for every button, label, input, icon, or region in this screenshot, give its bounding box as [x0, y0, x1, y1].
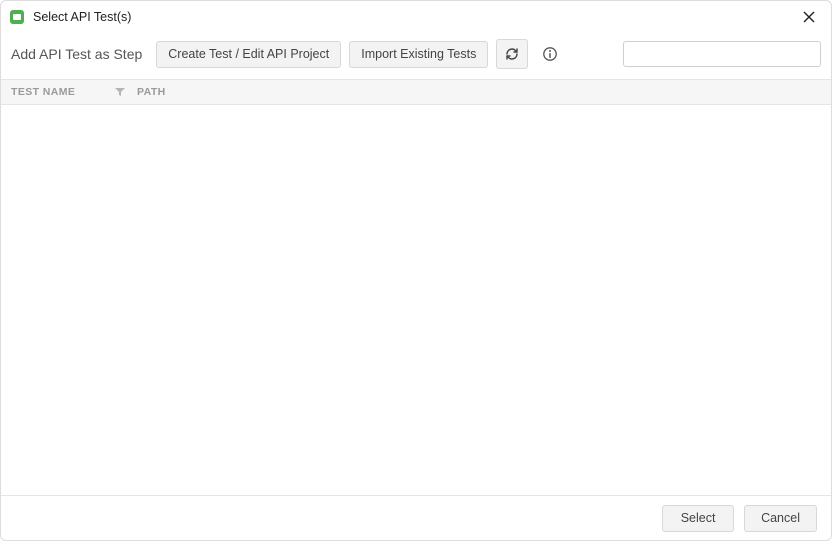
select-button[interactable]: Select — [662, 505, 734, 532]
info-button[interactable] — [536, 40, 564, 68]
column-label-test-name: TEST NAME — [11, 86, 75, 98]
dialog-footer: Select Cancel — [1, 495, 831, 540]
close-icon — [803, 11, 815, 23]
column-header-test-name[interactable]: TEST NAME — [11, 86, 111, 98]
column-label-path: PATH — [137, 86, 166, 98]
filter-icon[interactable] — [115, 87, 125, 97]
titlebar: Select API Test(s) — [1, 1, 831, 33]
refresh-icon — [504, 46, 520, 62]
toolbar: Add API Test as Step Create Test / Edit … — [1, 33, 831, 80]
table-body-empty — [1, 105, 831, 495]
import-tests-button[interactable]: Import Existing Tests — [349, 41, 488, 68]
dialog-window: Select API Test(s) Add API Test as Step … — [0, 0, 832, 541]
info-icon — [542, 46, 558, 62]
toolbar-label: Add API Test as Step — [11, 46, 142, 62]
search-input[interactable] — [623, 41, 821, 67]
app-icon — [9, 9, 25, 25]
create-test-button[interactable]: Create Test / Edit API Project — [156, 41, 341, 68]
column-header-path[interactable]: PATH — [137, 86, 166, 98]
dialog-title: Select API Test(s) — [33, 10, 797, 24]
close-button[interactable] — [797, 5, 821, 29]
cancel-button[interactable]: Cancel — [744, 505, 817, 532]
refresh-button[interactable] — [496, 39, 528, 69]
table-header: TEST NAME PATH — [1, 80, 831, 105]
